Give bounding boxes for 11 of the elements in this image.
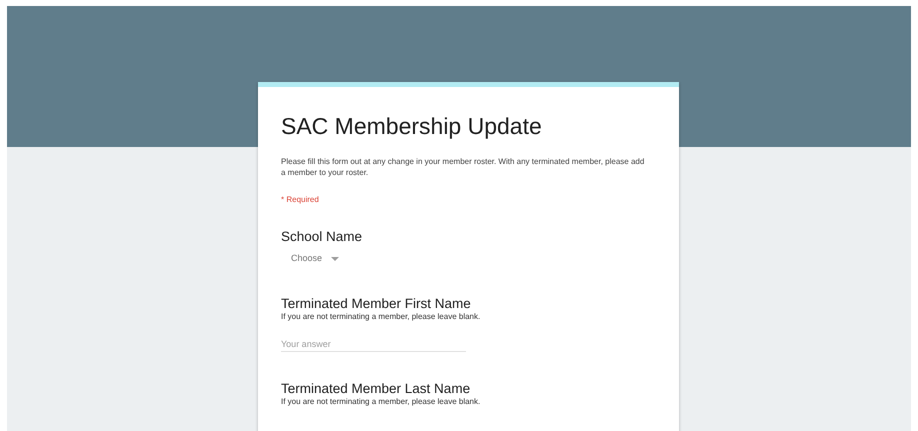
question-title: Terminated Member First Name [281,295,472,312]
caret-icon [331,257,340,261]
question-title: Terminated Member Last Name [281,380,472,397]
required-note: * Required [281,194,320,206]
form-title: SAC Membership Update [281,112,543,141]
help-text: If you are not terminating a member, please leave blank. [281,312,482,322]
question-title: School Name [281,228,364,245]
answer-field[interactable]: Your answer [281,336,466,352]
choose-dropdown[interactable]: Choose [291,251,340,267]
form-description: Please fill this form out at any change in your member roster. With any terminated member, please add a member to your roster. [281,157,646,178]
help-text: If you are not terminating a member, please leave blank. [281,397,482,407]
